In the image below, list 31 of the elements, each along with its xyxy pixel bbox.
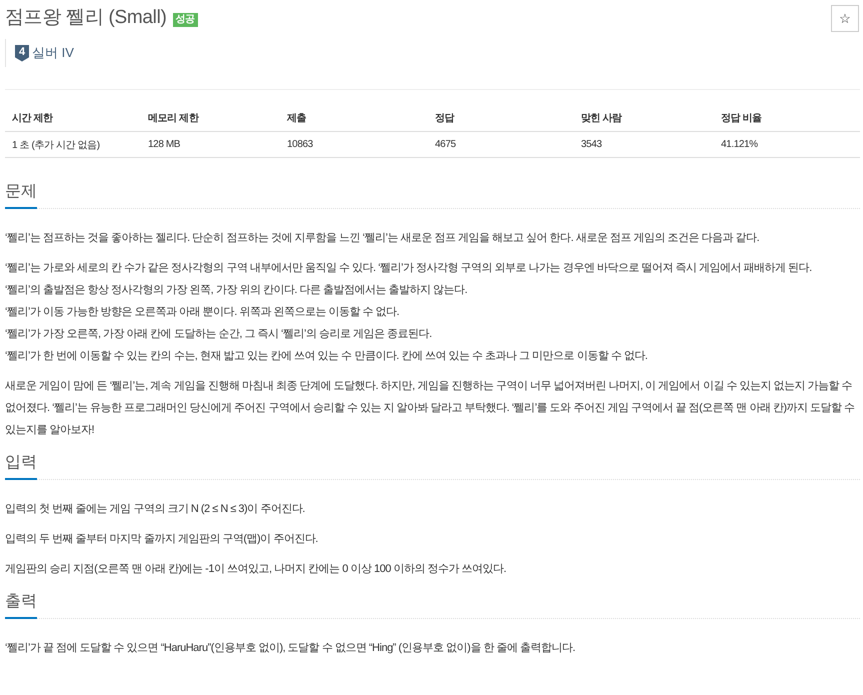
table-cell-text: 4675 — [434, 138, 457, 152]
tier-link[interactable]: 실버 IV — [32, 44, 74, 62]
section-heading: 입력 — [5, 450, 37, 480]
description-text: ‘쩰리’는 점프하는 것을 좋아하는 젤리다. 단순히 점프하는 것에 지루함을 느낀 ‘쩰리’는 새로운 점프 게임을 해보고 싶어 한다. 새로운 점프 게임의 조건은 다음과 같다. — [5, 231, 760, 246]
table-header: 시간 제한 — [11, 112, 54, 126]
table-cell-text: 128 MB — [147, 138, 182, 152]
description-text: ‘쩰리’는 가로와 세로의 칸 수가 같은 정사각형의 구역 내부에서만 움직일 수 있다. ‘쩰리’가 정사각형 구역의 외부로 나가는 경우엔 바닥으로 떨어져 즉시 게임에서 패배하게 된다. — [5, 261, 813, 276]
description-text: ‘쩰리’가 이동 가능한 방향은 오른쪽과 아래 뿐이다. 위쪽과 왼쪽으로는 이동할 수 없다. — [5, 305, 400, 320]
table-cell-text: 10863 — [286, 138, 314, 152]
description-text: 게임판의 승리 지점(오른쪽 맨 아래 칸)에는 -1이 쓰여있고, 나머지 칸에는 0 이상 100 이하의 정수가 쓰여있다. — [5, 562, 508, 577]
section-heading: 문제 — [5, 179, 37, 209]
table-header: 제출 — [286, 112, 308, 126]
table-cell-text: 3543 — [580, 138, 603, 152]
table-cell-text: 1 초 (추가 시간 없음) — [11, 138, 101, 152]
table-header: 정답 비율 — [720, 112, 763, 126]
table-header: 정답 — [434, 112, 456, 126]
description-text: ‘쩰리’가 가장 오른쪽, 가장 아래 칸에 도달하는 순간, 그 즉시 ‘쩰리’의 승리로 게임은 종료된다. — [5, 327, 433, 342]
description-text: 입력의 두 번째 줄부터 마지막 줄까지 게임판의 구역(맵)이 주어진다. — [5, 532, 319, 547]
section-heading: 출력 — [5, 589, 37, 619]
description-text: 새로운 게임이 맘에 든 ‘쩰리’는, 계속 게임을 진행해 마침내 최종 단계에 도달했다. 하지만, 게임을 진행하는 구역이 너무 넓어져버린 나머지, 이 게임에서 이길 수 있는지 없는지 가늠할 수 없어졌다. ‘쩰리’는 유능한 프로그래머인 당신에게 주어진 구역에서 승리할 수 있는 지 알아봐 달라고 부탁했다. ‘쩰리’를 도와 주어진 게임 구역에서 끝 점(오른쪽 맨 아래 칸)까지 도달할 수 있는지를 알아보자! — [5, 379, 856, 438]
description-text: ‘쩰리’가 한 번에 이동할 수 있는 칸의 수는, 현재 밟고 있는 칸에 쓰여 있는 수 만큼이다. 칸에 쓰여 있는 수 초과나 그 미만으로 이동할 수 없다. — [5, 349, 648, 364]
table-header: 메모리 제한 — [147, 112, 200, 126]
status-badge: 성공 — [172, 13, 198, 27]
description-text: ‘쩰리’의 출발점은 항상 정사각형의 가장 왼쪽, 가장 위의 칸이다. 다른 출발점에서는 출발하지 않는다. — [5, 283, 468, 298]
description-text: ‘쩰리’가 끝 점에 도달할 수 있으면 “HaruHaru”(인용부호 없이), 도달할 수 없으면 “Hing” (인용부호 없이)을 한 줄에 출력합니다. — [5, 641, 576, 656]
favorite-button[interactable]: ☆ — [831, 5, 859, 32]
description-text: 입력의 첫 번째 줄에는 게임 구역의 크기 N (2 ≤ N ≤ 3)이 주어진다. — [5, 502, 306, 517]
table-header: 맞힌 사람 — [580, 112, 623, 126]
table-cell-text: 41.121% — [720, 138, 759, 152]
tier-badge: 4 — [15, 44, 29, 62]
problem-title: 점프왕 쩰리 (Small) — [5, 6, 167, 30]
